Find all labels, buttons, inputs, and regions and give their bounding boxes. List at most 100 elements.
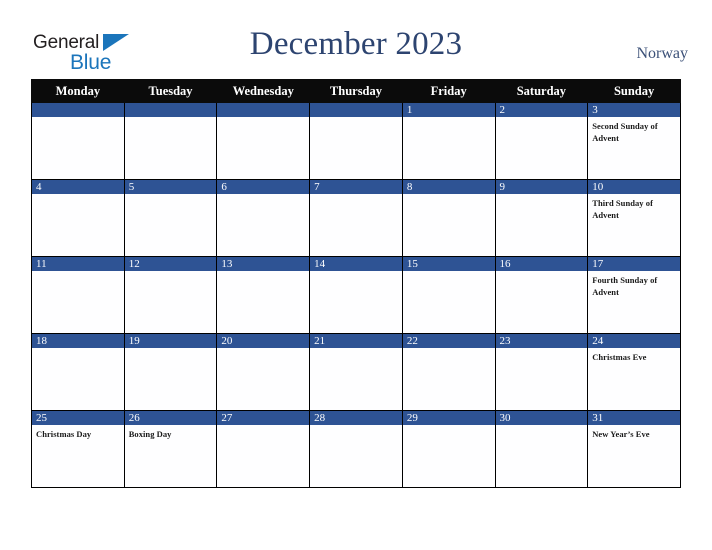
calendar-day-cell[interactable]: 31 New Year’s Eve	[587, 410, 681, 488]
date-number: 16	[495, 257, 588, 271]
date-number: 2	[495, 103, 588, 117]
event-label: Fourth Sunday of Advent	[592, 275, 658, 297]
calendar-day-cell[interactable]: 2	[494, 102, 589, 180]
date-number: 4	[32, 180, 124, 194]
date-number: 6	[217, 180, 310, 194]
date-number: 19	[124, 334, 217, 348]
weekday-header-tuesday: Tuesday	[123, 79, 218, 103]
event-label: Second Sunday of Advent	[592, 121, 658, 143]
calendar-day-cell-empty	[31, 102, 125, 180]
date-number: 30	[495, 411, 588, 425]
event-list: New Year’s Eve	[588, 425, 680, 441]
calendar-day-cell[interactable]: 6	[216, 179, 311, 257]
calendar-day-cell[interactable]: 4	[31, 179, 125, 257]
date-number: 27	[217, 411, 310, 425]
calendar-day-cell[interactable]: 17 Fourth Sunday of Advent	[587, 256, 681, 334]
date-number	[217, 103, 310, 117]
calendar-day-cell[interactable]: 12	[123, 256, 218, 334]
calendar-day-cell[interactable]: 9	[494, 179, 589, 257]
calendar-day-cell[interactable]: 15	[401, 256, 496, 334]
event-list: Boxing Day	[125, 425, 217, 441]
calendar-week-row: 11 12 13 14 15 16 17 Fourth Sunday of Advent	[31, 256, 681, 334]
calendar-day-cell-empty	[123, 102, 218, 180]
calendar-day-cell[interactable]: 10 Third Sunday of Advent	[587, 179, 681, 257]
date-number: 29	[402, 411, 495, 425]
date-number: 10	[588, 180, 680, 194]
calendar-day-cell-empty	[309, 102, 403, 180]
weekday-header-saturday: Saturday	[494, 79, 589, 103]
date-number	[310, 103, 402, 117]
event-label: Third Sunday of Advent	[592, 198, 653, 220]
calendar-day-cell[interactable]: 7	[309, 179, 403, 257]
calendar-day-cell[interactable]: 18	[31, 333, 125, 411]
weekday-header-sunday: Sunday	[587, 79, 681, 103]
calendar-week-row: 4 5 6 7 8 9 10 Third Sunday of Advent	[31, 179, 681, 257]
calendar-day-cell[interactable]: 16	[494, 256, 589, 334]
calendar-body: 1 2 3 Second Sunday of Advent 4 5 6 7 8 9 10 Third …	[31, 102, 681, 488]
date-number: 22	[402, 334, 495, 348]
date-number: 31	[588, 411, 680, 425]
calendar-day-cell[interactable]: 13	[216, 256, 311, 334]
calendar-week-row: 1 2 3 Second Sunday of Advent	[31, 102, 681, 180]
calendar-day-cell[interactable]: 28	[309, 410, 403, 488]
date-number: 24	[588, 334, 680, 348]
date-number: 17	[588, 257, 680, 271]
date-number: 23	[495, 334, 588, 348]
date-number: 9	[495, 180, 588, 194]
date-number: 25	[32, 411, 124, 425]
event-label: Christmas Eve	[592, 352, 647, 362]
date-number: 18	[32, 334, 124, 348]
calendar-day-cell[interactable]: 8	[401, 179, 496, 257]
date-number: 26	[124, 411, 217, 425]
calendar-day-cell-empty	[216, 102, 311, 180]
date-number: 7	[310, 180, 402, 194]
date-number	[124, 103, 217, 117]
event-list: Fourth Sunday of Advent	[588, 271, 680, 298]
calendar-day-cell[interactable]: 11	[31, 256, 125, 334]
date-number: 5	[124, 180, 217, 194]
date-number: 8	[402, 180, 495, 194]
calendar-week-row: 25 Christmas Day 26 Boxing Day 27 28 29 30 31 New…	[31, 410, 681, 488]
page-header: General Blue December 2023 Norway	[0, 0, 712, 79]
calendar-day-cell[interactable]: 27	[216, 410, 311, 488]
weekday-header-monday: Monday	[31, 79, 125, 103]
event-label: Christmas Day	[36, 429, 92, 439]
calendar-day-cell[interactable]: 25 Christmas Day	[31, 410, 125, 488]
event-list: Third Sunday of Advent	[588, 194, 680, 221]
calendar-day-cell[interactable]: 24 Christmas Eve	[587, 333, 681, 411]
event-list: Second Sunday of Advent	[588, 117, 680, 144]
page-title: December 2023	[249, 26, 463, 62]
calendar-week-row: 18 19 20 21 22 23 24 Christmas Eve	[31, 333, 681, 411]
country-label: Norway	[636, 45, 688, 62]
calendar-day-cell[interactable]: 1	[401, 102, 496, 180]
date-number: 21	[310, 334, 402, 348]
calendar-day-cell[interactable]: 19	[123, 333, 218, 411]
date-number: 20	[217, 334, 310, 348]
weekday-header-thursday: Thursday	[309, 79, 403, 103]
weekday-header-row: Monday Tuesday Wednesday Thursday Friday…	[31, 79, 681, 103]
calendar-day-cell[interactable]: 29	[401, 410, 496, 488]
weekday-header-friday: Friday	[401, 79, 496, 103]
calendar-page: General Blue December 2023 Norway Monday…	[0, 0, 712, 550]
weekday-header-wednesday: Wednesday	[216, 79, 311, 103]
calendar-day-cell[interactable]: 5	[123, 179, 218, 257]
date-number: 3	[588, 103, 680, 117]
event-list: Christmas Day	[32, 425, 124, 441]
calendar-day-cell[interactable]: 23	[494, 333, 589, 411]
calendar-day-cell[interactable]: 22	[401, 333, 496, 411]
calendar-day-cell[interactable]: 20	[216, 333, 311, 411]
calendar-day-cell[interactable]: 26 Boxing Day	[123, 410, 218, 488]
date-number: 28	[310, 411, 402, 425]
date-number	[32, 103, 124, 117]
date-number: 11	[32, 257, 124, 271]
date-number: 15	[402, 257, 495, 271]
calendar-day-cell[interactable]: 3 Second Sunday of Advent	[587, 102, 681, 180]
date-number: 13	[217, 257, 310, 271]
calendar-day-cell[interactable]: 14	[309, 256, 403, 334]
event-list: Christmas Eve	[588, 348, 680, 364]
calendar-day-cell[interactable]: 30	[494, 410, 589, 488]
event-label: New Year’s Eve	[592, 429, 650, 439]
date-number: 12	[124, 257, 217, 271]
event-label: Boxing Day	[128, 429, 172, 439]
calendar-day-cell[interactable]: 21	[309, 333, 403, 411]
